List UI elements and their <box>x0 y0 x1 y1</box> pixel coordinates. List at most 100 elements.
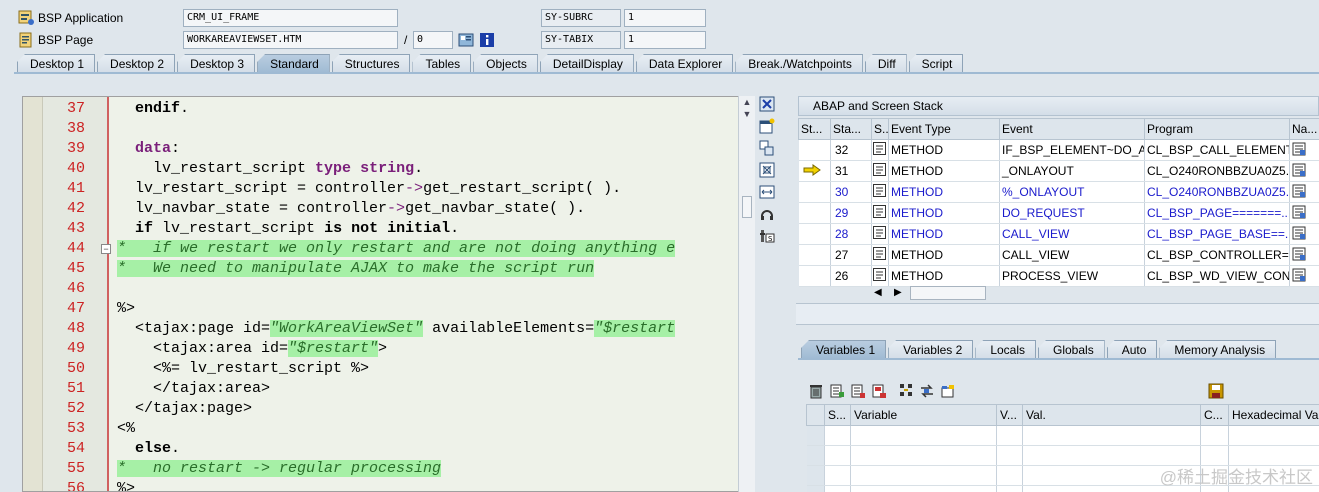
stack-navigate-cell[interactable] <box>1289 181 1319 203</box>
code-line[interactable]: 45 * We need to manipulate AJAX to make t… <box>23 259 754 279</box>
panel-splitter[interactable] <box>796 303 1319 325</box>
sy-subrc-value[interactable]: 1 <box>624 9 706 27</box>
row-selector[interactable] <box>806 465 825 486</box>
variables-column-header[interactable]: Val. <box>1022 404 1201 426</box>
variables-column-header[interactable]: S... <box>824 404 851 426</box>
save-variables-icon[interactable] <box>871 383 887 399</box>
stack-navigate-cell[interactable] <box>1289 265 1319 287</box>
tab-structures[interactable]: Structures <box>331 54 411 73</box>
variables-cell[interactable] <box>824 425 851 446</box>
scroll-left-icon[interactable]: ◀ <box>874 287 882 298</box>
services-icon[interactable] <box>759 206 775 222</box>
horizontal-thumb[interactable] <box>910 286 986 300</box>
tab-standard[interactable]: Standard <box>257 54 330 73</box>
code-line[interactable]: 51 </tajax:area> <box>23 379 754 399</box>
stack-row[interactable]: 27 METHOD CALL_VIEW CL_BSP_CONTROLLER=... <box>798 244 1319 266</box>
stack-row[interactable]: 29 METHOD DO_REQUEST CL_BSP_PAGE=======... <box>798 202 1319 224</box>
stack-column-header[interactable]: Program <box>1144 118 1290 140</box>
row-selector[interactable] <box>806 485 825 492</box>
stack-row[interactable]: 31 METHOD _ONLAYOUT CL_O240RONBBZUA0Z5... <box>798 160 1319 182</box>
scroll-down-icon[interactable]: ▼ <box>739 108 755 120</box>
code-line[interactable]: 41 lv_restart_script = controller->get_r… <box>23 179 754 199</box>
variables-cell[interactable] <box>1022 425 1201 446</box>
scroll-up-icon[interactable]: ▲ <box>739 96 755 108</box>
display-icon[interactable] <box>458 32 474 48</box>
bsp-application-field[interactable]: CRM_UI_FRAME <box>183 9 398 27</box>
code-line[interactable]: 42 lv_navbar_state = controller->get_nav… <box>23 199 754 219</box>
tab-memory-analysis[interactable]: Memory Analysis <box>1159 340 1277 359</box>
code-line[interactable]: 37 endif. <box>23 99 754 119</box>
navigate-source-icon[interactable] <box>1292 247 1306 261</box>
insert-row-icon[interactable] <box>829 383 845 399</box>
code-line[interactable]: 38 <box>23 119 754 139</box>
variables-cell[interactable] <box>996 465 1023 486</box>
stack-navigate-cell[interactable] <box>1289 139 1319 161</box>
stack-column-header[interactable]: Sta... <box>830 118 872 140</box>
page-number-field[interactable]: 0 <box>413 31 453 49</box>
source-code-editor[interactable]: 37 endif. 38 39 data: 40 lv_restart_script … <box>22 96 755 492</box>
variables-cell[interactable] <box>1200 425 1229 446</box>
new-window-icon[interactable] <box>759 118 775 134</box>
code-line[interactable]: 50 <%= lv_restart_script %> <box>23 359 754 379</box>
fold-collapse-icon[interactable]: − <box>101 244 111 254</box>
tab-objects[interactable]: Objects <box>473 54 538 73</box>
variables-cell[interactable] <box>850 465 997 486</box>
stack-row[interactable]: 30 METHOD %_ONLAYOUT CL_O240RONBBZUA0Z5... <box>798 181 1319 203</box>
hierarchy-icon[interactable] <box>898 383 914 399</box>
close-icon[interactable] <box>759 96 775 112</box>
navigate-source-icon[interactable] <box>1292 184 1306 198</box>
code-line[interactable]: 53 <% <box>23 419 754 439</box>
variables-cell[interactable] <box>850 445 997 466</box>
delete-icon[interactable] <box>808 383 824 399</box>
code-line[interactable]: 39 data: <box>23 139 754 159</box>
open-folder-icon[interactable] <box>940 383 956 399</box>
stack-row[interactable]: 32 METHOD IF_BSP_ELEMENT~DO_A... CL_BSP_CAL… <box>798 139 1319 161</box>
stack-column-header[interactable]: Event <box>999 118 1145 140</box>
sy-tabix-value[interactable]: 1 <box>624 31 706 49</box>
variables-cell[interactable] <box>996 425 1023 446</box>
variables-column-header[interactable]: V... <box>996 404 1023 426</box>
stack-horizontal-scrollbar[interactable]: ◀ ▶ <box>870 286 988 301</box>
navigate-source-icon[interactable] <box>1292 226 1306 240</box>
maximize-icon[interactable] <box>759 162 775 178</box>
tab-locals[interactable]: Locals <box>975 340 1036 359</box>
variables-cell[interactable] <box>824 485 851 492</box>
tab-data-explorer[interactable]: Data Explorer <box>635 54 734 73</box>
code-line[interactable]: 49 <tajax:area id="$restart"> <box>23 339 754 359</box>
code-line[interactable]: 44 * if we restart we only restart and ar… <box>23 239 754 259</box>
code-line[interactable]: 40 lv_restart_script type string. <box>23 159 754 179</box>
stack-navigate-cell[interactable] <box>1289 223 1319 245</box>
stack-navigate-cell[interactable] <box>1289 244 1319 266</box>
tab-globals[interactable]: Globals <box>1038 340 1105 359</box>
info-icon[interactable] <box>479 32 495 48</box>
row-selector[interactable] <box>806 425 825 446</box>
navigate-source-icon[interactable] <box>1292 268 1306 282</box>
tab-variables-1[interactable]: Variables 1 <box>801 340 887 359</box>
code-line[interactable]: 46 <box>23 279 754 299</box>
variables-cell[interactable] <box>996 445 1023 466</box>
variables-column-header[interactable]: Hexadecimal Value <box>1228 404 1319 426</box>
variables-column-header[interactable]: Variable <box>850 404 997 426</box>
stack-column-header[interactable]: Event Type <box>888 118 1000 140</box>
tab-desktop-1[interactable]: Desktop 1 <box>17 54 96 73</box>
scroll-thumb[interactable] <box>742 196 752 218</box>
code-line[interactable]: 52 </tajax:page> <box>23 399 754 419</box>
stack-row[interactable]: 28 METHOD CALL_VIEW CL_BSP_PAGE_BASE==... <box>798 223 1319 245</box>
navigate-source-icon[interactable] <box>1292 205 1306 219</box>
stack-column-header[interactable]: S... <box>871 118 889 140</box>
editor-vertical-scrollbar[interactable]: ▲ ▼ <box>738 96 755 492</box>
row-selector[interactable] <box>806 445 825 466</box>
variables-cell[interactable] <box>850 485 997 492</box>
tab-variables-2[interactable]: Variables 2 <box>888 340 974 359</box>
stack-navigate-cell[interactable] <box>1289 202 1319 224</box>
tab-diff[interactable]: Diff <box>864 54 907 73</box>
stack-row[interactable]: 26 METHOD PROCESS_VIEW CL_BSP_WD_VIEW_CON..… <box>798 265 1319 287</box>
variables-row[interactable] <box>806 425 1319 446</box>
transfer-icon[interactable] <box>919 383 935 399</box>
resize-horizontal-icon[interactable] <box>759 184 775 200</box>
navigate-source-icon[interactable] <box>1292 163 1306 177</box>
variables-cell[interactable] <box>824 465 851 486</box>
code-line[interactable]: 56 %> <box>23 479 754 491</box>
import-icon[interactable] <box>850 383 866 399</box>
scroll-right-icon[interactable]: ▶ <box>894 287 902 298</box>
